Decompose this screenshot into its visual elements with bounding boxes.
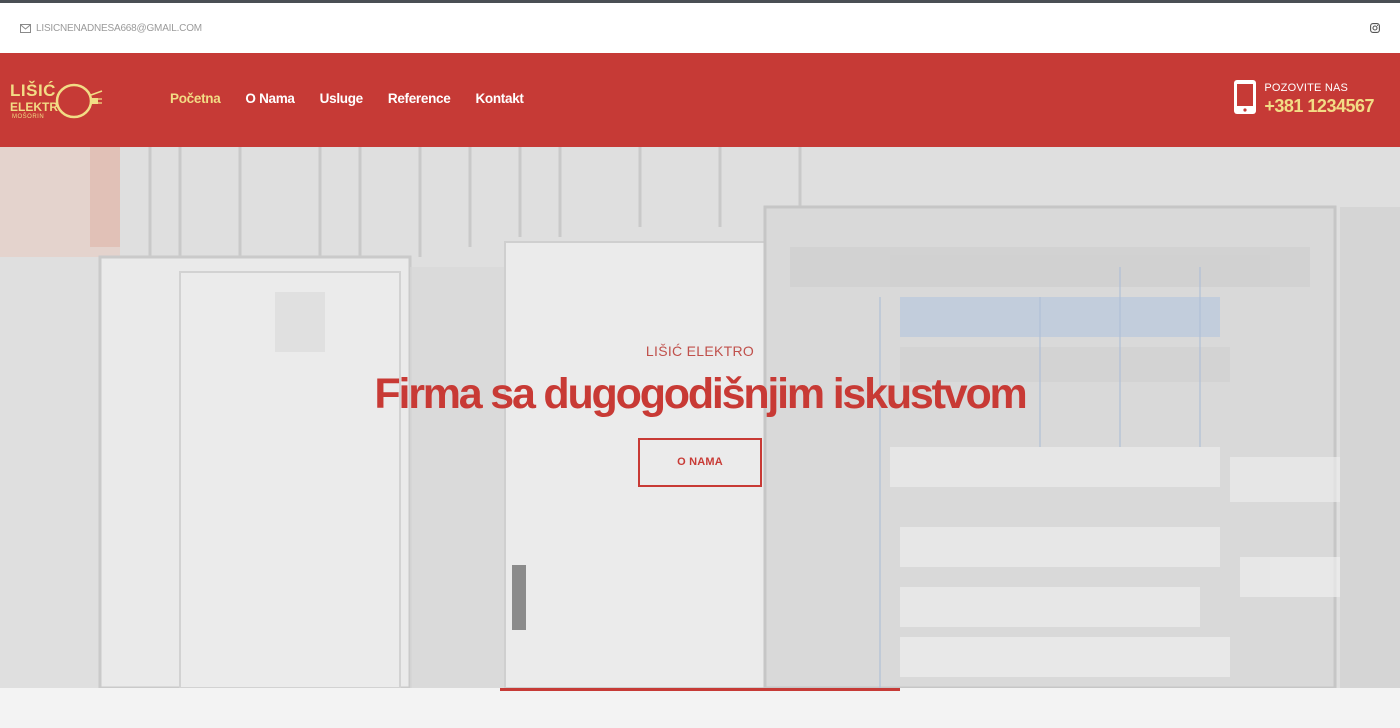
- main-navbar: LIŠIĆ ELEKTR MOŠORIN Početna O Nama Uslu…: [0, 53, 1400, 147]
- smartphone-icon: [1232, 79, 1258, 120]
- nav-item-reference[interactable]: Reference: [388, 91, 451, 106]
- top-bar: LISICNENADNESA668@GMAIL.COM: [0, 3, 1400, 53]
- main-menu: Početna O Nama Usluge Reference Kontakt: [170, 91, 549, 106]
- site-logo[interactable]: LIŠIĆ ELEKTR MOŠORIN: [10, 81, 105, 126]
- email-text: LISICNENADNESA668@GMAIL.COM: [36, 22, 202, 34]
- logo-text-middle: ELEKTR: [10, 100, 58, 114]
- nav-item-kontakt[interactable]: Kontakt: [475, 91, 523, 106]
- logo-text-bottom: MOŠORIN: [12, 114, 45, 120]
- hero-headline: Firma sa dugogodišnjim iskustvom: [374, 370, 1027, 418]
- contact-email[interactable]: LISICNENADNESA668@GMAIL.COM: [20, 23, 202, 34]
- nav-item-pocetna[interactable]: Početna: [170, 91, 221, 106]
- nav-item-o-nama[interactable]: O Nama: [245, 91, 295, 106]
- call-us-block[interactable]: POZOVITE NAS +381 1234567: [1232, 79, 1374, 120]
- envelope-icon: [20, 23, 31, 33]
- phone-number[interactable]: +381 1234567: [1264, 96, 1374, 117]
- call-us-label: POZOVITE NAS: [1264, 82, 1349, 94]
- instagram-icon[interactable]: [1370, 23, 1380, 33]
- o-nama-button[interactable]: O NAMA: [638, 438, 762, 488]
- hero-content: LIŠIĆ ELEKTRO Firma sa dugogodišnjim isk…: [0, 343, 1400, 488]
- slider-progress-bar: [500, 688, 900, 691]
- hero-slider: LIŠIĆ ELEKTRO Firma sa dugogodišnjim isk…: [0, 147, 1400, 688]
- hero-kicker: LIŠIĆ ELEKTRO: [645, 343, 755, 359]
- nav-item-usluge[interactable]: Usluge: [320, 91, 364, 106]
- logo-text-top: LIŠIĆ: [10, 81, 56, 100]
- plug-logo-icon: [55, 83, 103, 119]
